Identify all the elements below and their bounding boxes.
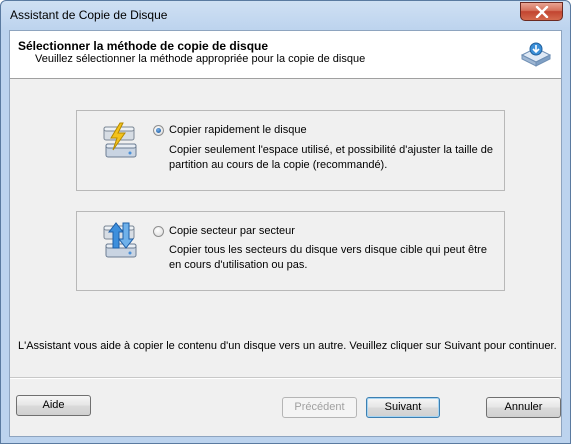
close-button[interactable] <box>520 2 563 21</box>
wizard-header: Sélectionner la méthode de copie de disq… <box>10 31 561 79</box>
title-bar[interactable]: Assistant de Copie de Disque <box>1 1 570 29</box>
wizard-window: Assistant de Copie de Disque Sélectionne… <box>0 0 571 444</box>
cancel-button[interactable]: Annuler <box>486 397 561 418</box>
sector-copy-description: Copier tous les secteurs du disque vers … <box>169 244 487 271</box>
wizard-client-area: Sélectionner la méthode de copie de disq… <box>9 30 562 437</box>
fast-copy-label[interactable]: Copier rapidement le disque <box>169 124 307 136</box>
disk-copy-icon <box>520 42 552 67</box>
close-icon <box>535 6 549 18</box>
option-sector-copy[interactable]: Copie secteur par secteur Copier tous le… <box>76 211 505 291</box>
sector-copy-label[interactable]: Copie secteur par secteur <box>169 225 295 237</box>
footer-divider <box>10 377 561 379</box>
fast-copy-radio[interactable] <box>153 125 164 136</box>
sector-copy-disk-icon <box>103 222 137 258</box>
option-fast-copy[interactable]: Copier rapidement le disque Copier seule… <box>76 110 505 191</box>
fast-copy-description: Copier seulement l'espace utilisé, et po… <box>169 144 493 171</box>
header-title: Sélectionner la méthode de copie de disq… <box>18 39 269 53</box>
next-button[interactable]: Suivant <box>366 397 440 418</box>
header-subtitle: Veuillez sélectionner la méthode appropr… <box>35 53 366 65</box>
wizard-info-text: L'Assistant vous aide à copier le conten… <box>18 340 557 352</box>
sector-copy-radio[interactable] <box>153 226 164 237</box>
previous-button[interactable]: Précédent <box>282 397 357 418</box>
window-title: Assistant de Copie de Disque <box>10 8 168 22</box>
fast-copy-disk-icon <box>103 122 137 158</box>
help-button[interactable]: Aide <box>16 395 91 416</box>
